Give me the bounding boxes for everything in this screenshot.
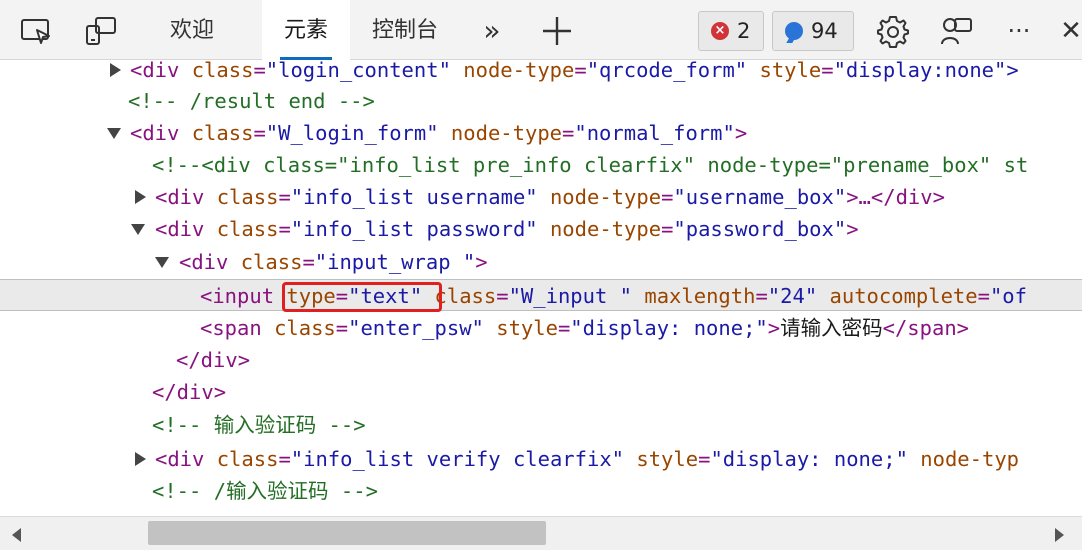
scroll-right-icon[interactable] [1055,528,1064,542]
highlight-box [282,282,442,312]
dom-node-username[interactable]: <div class="info_list username" node-typ… [0,181,1082,213]
node-code: <div class="info_list password" node-typ… [155,217,859,241]
close-icon[interactable]: ✕ [1056,0,1082,60]
dom-node-close-div[interactable]: </div> [0,376,1082,408]
gear-icon[interactable] [876,14,910,48]
scroll-left-icon[interactable] [12,528,21,542]
elements-dom-tree: <div class="login_content" node-type="qr… [0,61,1082,516]
node-text-content: 请输入密码 [780,316,883,340]
node-code: <div class="login_content" node-type="qr… [130,61,1019,82]
feedback-icon[interactable] [940,14,974,48]
messages-count: 94 [811,19,838,43]
dom-node-verify[interactable]: <div class="info_list verify clearfix" s… [0,443,1082,475]
dom-node-comment[interactable]: <!-- /输入验证码 --> [0,475,1082,507]
plus-icon[interactable] [540,14,574,48]
node-code: <span class="enter_psw" style="display: … [200,316,970,340]
comment-text: <!-- /输入验证码 --> [152,479,378,503]
node-code: <div class="info_list verify clearfix" s… [155,447,1020,471]
dom-node-comment[interactable]: <!--<div class="info_list pre_info clear… [0,149,1082,181]
tab-elements[interactable]: 元素 [262,0,350,60]
messages-badge[interactable]: 94 [772,11,854,51]
error-icon: × [711,22,729,40]
expand-triangle-icon[interactable] [135,452,146,466]
errors-count: 2 [737,19,751,43]
dom-node-close-div[interactable]: </div> [0,344,1082,376]
device-emulation-icon[interactable] [20,14,54,48]
dom-node-comment[interactable]: <!-- /result end --> [0,85,1082,117]
comment-text: <!--<div class="info_list pre_info clear… [152,153,1029,177]
horizontal-scrollbar[interactable] [0,516,1082,550]
node-code: </div> [152,380,227,404]
collapse-triangle-icon[interactable] [107,128,121,139]
devtools-toolbar: 欢迎 元素 控制台 » × 2 94 ··· ✕ [0,0,1082,60]
chevron-double-right-icon[interactable]: » [472,0,512,60]
dom-node-input-selected[interactable]: <input type="text" class="W_input " maxl… [0,279,1082,312]
collapse-triangle-icon[interactable] [155,257,169,268]
dom-node-comment[interactable]: <!-- 输入验证码 --> [0,409,1082,441]
dock-icon[interactable] [84,14,118,48]
tab-console[interactable]: 控制台 [360,0,450,60]
node-code: <div class="input_wrap "> [179,250,488,274]
node-code: <div class="info_list username" node-typ… [155,185,945,209]
dom-node-login-content[interactable]: <div class="login_content" node-type="qr… [0,61,1082,86]
dom-node-enter-psw[interactable]: <span class="enter_psw" style="display: … [0,312,1082,344]
more-icon[interactable]: ··· [994,0,1044,60]
dom-node-password[interactable]: <div class="info_list password" node-typ… [0,213,1082,245]
comment-text: <!-- /result end --> [128,89,375,113]
comment-text: <!-- 输入验证码 --> [152,413,366,437]
tab-welcome[interactable]: 欢迎 [150,0,234,60]
dom-node-input-wrap[interactable]: <div class="input_wrap "> [0,246,1082,278]
message-icon [785,22,803,40]
node-code: </div> [176,348,251,372]
errors-badge[interactable]: × 2 [698,11,764,51]
collapse-triangle-icon[interactable] [131,224,145,235]
scrollbar-thumb[interactable] [148,521,546,545]
expand-triangle-icon[interactable] [135,190,146,204]
node-code: <div class="W_login_form" node-type="nor… [130,121,748,145]
expand-triangle-icon[interactable] [110,63,121,77]
dom-node-login-form[interactable]: <div class="W_login_form" node-type="nor… [0,117,1082,149]
